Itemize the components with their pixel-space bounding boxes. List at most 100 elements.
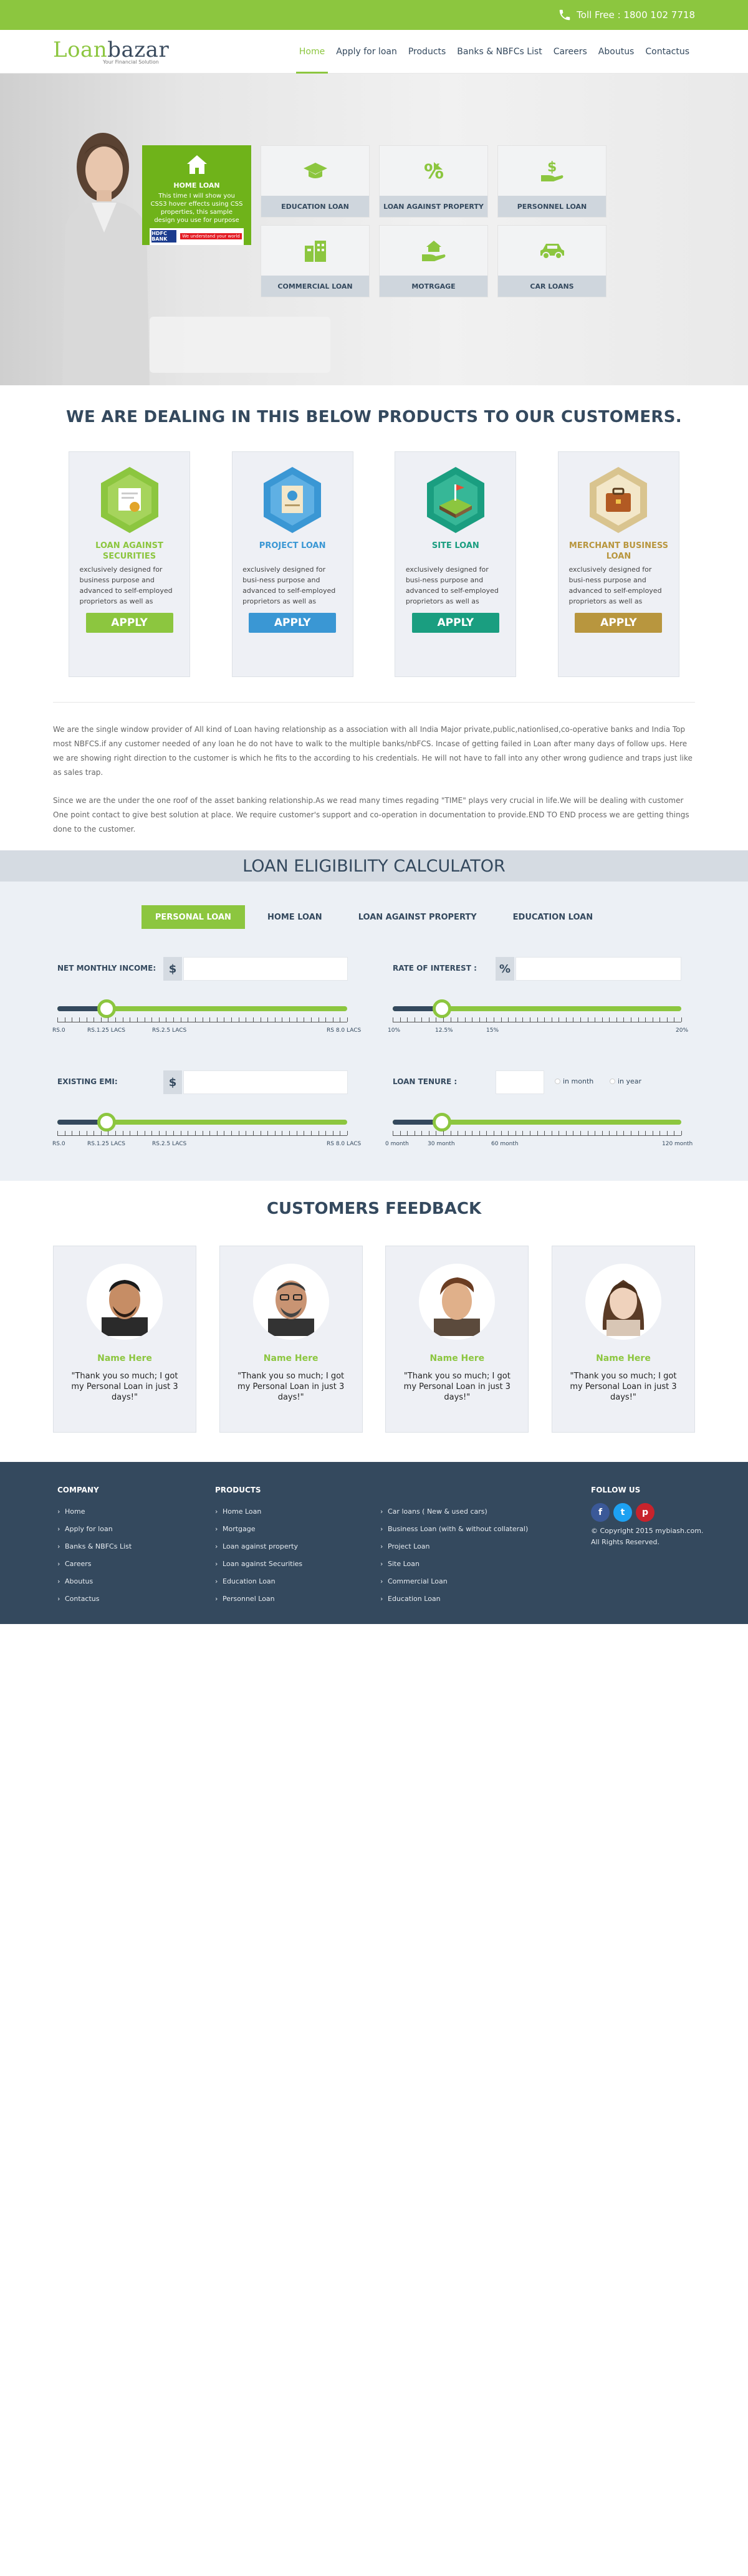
tile-label: CAR LOANS	[498, 276, 606, 297]
footer-link[interactable]: Personnel Loan	[215, 1590, 302, 1608]
tick-mark	[137, 1017, 138, 1022]
section-divider	[53, 702, 695, 703]
tick-mark	[443, 1131, 444, 1135]
footer-link[interactable]: Business Loan (with & without collateral…	[380, 1521, 528, 1538]
tab-education-loan[interactable]: EDUCATION LOAN	[499, 905, 607, 929]
product-card-site-loan: SITE LOAN exclusively designed for busi-…	[395, 451, 517, 677]
footer-link[interactable]: Loan against Securities	[215, 1555, 302, 1573]
apply-button[interactable]: APPLY	[249, 613, 337, 633]
radio-in-year[interactable]: in year	[610, 1077, 641, 1085]
tile-personnel-loan[interactable]: $ PERSONNEL LOAN	[497, 145, 607, 218]
tick-mark	[57, 1131, 58, 1135]
review-quote: "Thank you so much; I got my Personal Lo…	[71, 1372, 178, 1402]
tile-label: EDUCATION LOAN	[261, 196, 369, 217]
tick-label: RS.1.25 LACS	[87, 1027, 125, 1034]
nav-contactus[interactable]: Contactus	[640, 30, 695, 74]
footer-link[interactable]: Loan against property	[215, 1538, 302, 1555]
tick-label: 20%	[676, 1027, 689, 1034]
twitter-icon[interactable]: t	[613, 1503, 632, 1522]
radio-in-month[interactable]: in month	[555, 1077, 593, 1085]
nav-banks-list[interactable]: Banks & NBFCs List	[451, 30, 547, 74]
tile-loan-against-property[interactable]: % LOAN AGAINST PROPERTY	[379, 145, 488, 218]
footer-link[interactable]: Home Loan	[215, 1503, 302, 1521]
nav-careers[interactable]: Careers	[548, 30, 593, 74]
facebook-icon[interactable]: f	[591, 1503, 610, 1522]
tick-mark	[275, 1017, 276, 1022]
tile-commercial-loan[interactable]: COMMERCIAL LOAN	[261, 225, 370, 297]
tick-mark	[681, 1017, 682, 1022]
footer-link[interactable]: Education Loan	[380, 1590, 528, 1608]
footer-link[interactable]: Careers	[57, 1555, 132, 1573]
tick-mark	[115, 1131, 116, 1135]
income-input[interactable]	[183, 957, 348, 981]
feedback-cards: Name Here "Thank you so much; I got my P…	[53, 1246, 695, 1433]
footer-link[interactable]: Project Loan	[380, 1538, 528, 1555]
tile-education-loan[interactable]: EDUCATION LOAN	[261, 145, 370, 218]
review-quote: "Thank you so much; I got my Personal Lo…	[237, 1372, 345, 1402]
footer-link[interactable]: Banks & NBFCs List	[57, 1538, 132, 1555]
footer-link[interactable]: Car loans ( New & used cars)	[380, 1503, 528, 1521]
tick-mark	[501, 1017, 502, 1022]
tick-mark	[465, 1131, 466, 1135]
tenure-slider[interactable]	[393, 1113, 681, 1132]
tick-mark	[645, 1131, 646, 1135]
review-quote: "Thank you so much; I got my Personal Lo…	[403, 1372, 511, 1402]
tick-mark	[253, 1131, 254, 1135]
tick-label: 12.5%	[435, 1027, 453, 1034]
income-slider[interactable]	[57, 999, 347, 1018]
rate-input[interactable]	[515, 957, 681, 981]
products-section: WE ARE DEALING IN THIS BELOW PRODUCTS TO…	[0, 385, 748, 837]
footer-link[interactable]: Home	[57, 1503, 132, 1521]
nav-home[interactable]: Home	[294, 30, 330, 74]
footer-link[interactable]: Site Loan	[380, 1555, 528, 1573]
footer-link[interactable]: Apply for loan	[57, 1521, 132, 1538]
pinterest-icon[interactable]: p	[636, 1503, 654, 1522]
footer-link[interactable]: Education Loan	[215, 1573, 302, 1590]
tick-mark	[217, 1017, 218, 1022]
site-footer: COMPANY Home Apply for loan Banks & NBFC…	[0, 1462, 748, 1624]
product-card-project-loan: PROJECT LOAN exclusively designed for bu…	[231, 451, 353, 677]
income-slider-handle[interactable]	[97, 999, 116, 1018]
product-description: exclusively designed for busi-ness purpo…	[405, 565, 499, 605]
emi-ticks	[57, 1131, 348, 1136]
rate-ticks	[393, 1017, 682, 1022]
apply-button[interactable]: APPLY	[411, 613, 499, 633]
footer-link[interactable]: Mortgage	[215, 1521, 302, 1538]
tenure-input[interactable]	[496, 1070, 544, 1094]
rate-slider-handle[interactable]	[433, 999, 451, 1018]
tick-mark	[421, 1131, 422, 1135]
nav-aboutus[interactable]: Aboutus	[593, 30, 640, 74]
footer-link[interactable]: Contactus	[57, 1590, 132, 1608]
toll-free-number: Toll Free : 1800 102 7718	[577, 9, 695, 21]
tile-mortgage[interactable]: MOTRGAGE	[379, 225, 488, 297]
apply-button[interactable]: APPLY	[85, 613, 173, 633]
tile-car-loans[interactable]: CAR LOANS	[497, 225, 607, 297]
tab-personal-loan[interactable]: PERSONAL LOAN	[141, 905, 245, 929]
product-card-merchant-business-loan: MERCHANT BUSINESS LOAN exclusively desig…	[557, 451, 679, 677]
apply-button[interactable]: APPLY	[575, 613, 663, 633]
logo[interactable]: Loanbazar Your Financial Solution	[53, 39, 169, 65]
emi-input[interactable]	[183, 1070, 348, 1094]
tick-mark	[421, 1017, 422, 1022]
tenure-slider-handle[interactable]	[433, 1113, 451, 1132]
emi-slider[interactable]	[57, 1113, 347, 1132]
tick-mark	[537, 1131, 538, 1135]
tick-label: 10%	[388, 1027, 401, 1034]
tab-home-loan[interactable]: HOME LOAN	[254, 905, 336, 929]
tick-mark	[267, 1131, 268, 1135]
footer-link[interactable]: Commercial Loan	[380, 1573, 528, 1590]
nav-apply-for-loan[interactable]: Apply for loan	[330, 30, 403, 74]
hero-banner: HOME LOAN This time I will show you CSS3…	[0, 74, 748, 385]
tab-loan-against-property[interactable]: LOAN AGAINST PROPERTY	[345, 905, 491, 929]
rate-slider[interactable]	[393, 999, 681, 1018]
tile-label: LOAN AGAINST PROPERTY	[380, 196, 487, 217]
nav-products[interactable]: Products	[403, 30, 451, 74]
phone-icon	[559, 9, 570, 21]
tick-mark	[486, 1017, 487, 1022]
footer-link[interactable]: Aboutus	[57, 1573, 132, 1590]
product-description: exclusively designed for busi-ness purpo…	[242, 565, 336, 605]
tile-home-loan[interactable]: HOME LOAN This time I will show you CSS3…	[142, 145, 251, 245]
tick-mark	[195, 1131, 196, 1135]
emi-slider-handle[interactable]	[97, 1113, 116, 1132]
tick-mark	[173, 1131, 174, 1135]
